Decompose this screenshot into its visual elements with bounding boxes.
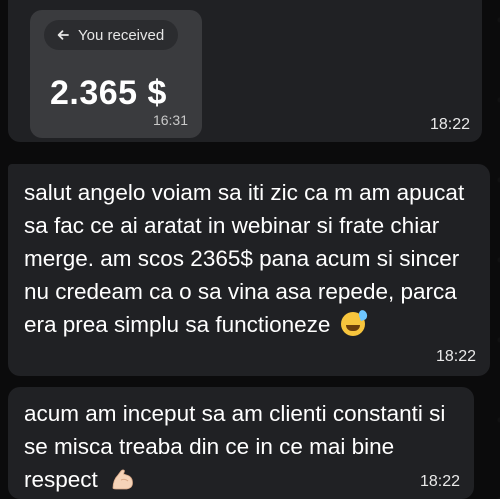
message-bubble-text-2[interactable]: acum am inceput sa am clienti constanti … xyxy=(8,387,474,499)
payment-card[interactable]: You received 2.365 $ 16:31 xyxy=(30,10,202,138)
message-text: acum am inceput sa am clienti constanti … xyxy=(24,401,446,492)
received-chip: You received xyxy=(44,20,179,50)
message-text-wrap: acum am inceput sa am clienti constanti … xyxy=(24,397,464,496)
message-bubble-payment[interactable]: You received 2.365 $ 16:31 18:22 xyxy=(8,0,482,142)
message-timestamp: 18:22 xyxy=(419,473,460,490)
flexed-biceps-emoji-icon xyxy=(112,469,133,490)
card-timestamp: 16:31 xyxy=(152,112,188,128)
message-timestamp: 18:22 xyxy=(435,348,476,365)
message-bubble-text-1[interactable]: salut angelo voiam sa iti zic ca m am ap… xyxy=(8,164,490,376)
message-text: salut angelo voiam sa iti zic ca m am ap… xyxy=(24,180,465,337)
message-text-wrap: salut angelo voiam sa iti zic ca m am ap… xyxy=(24,176,479,341)
received-amount: 2.365 $ xyxy=(50,74,167,112)
arrow-left-icon xyxy=(57,30,69,40)
message-timestamp: 18:22 xyxy=(429,116,470,133)
grinning-sweat-emoji-icon xyxy=(340,312,365,336)
received-label: You received xyxy=(78,26,165,44)
